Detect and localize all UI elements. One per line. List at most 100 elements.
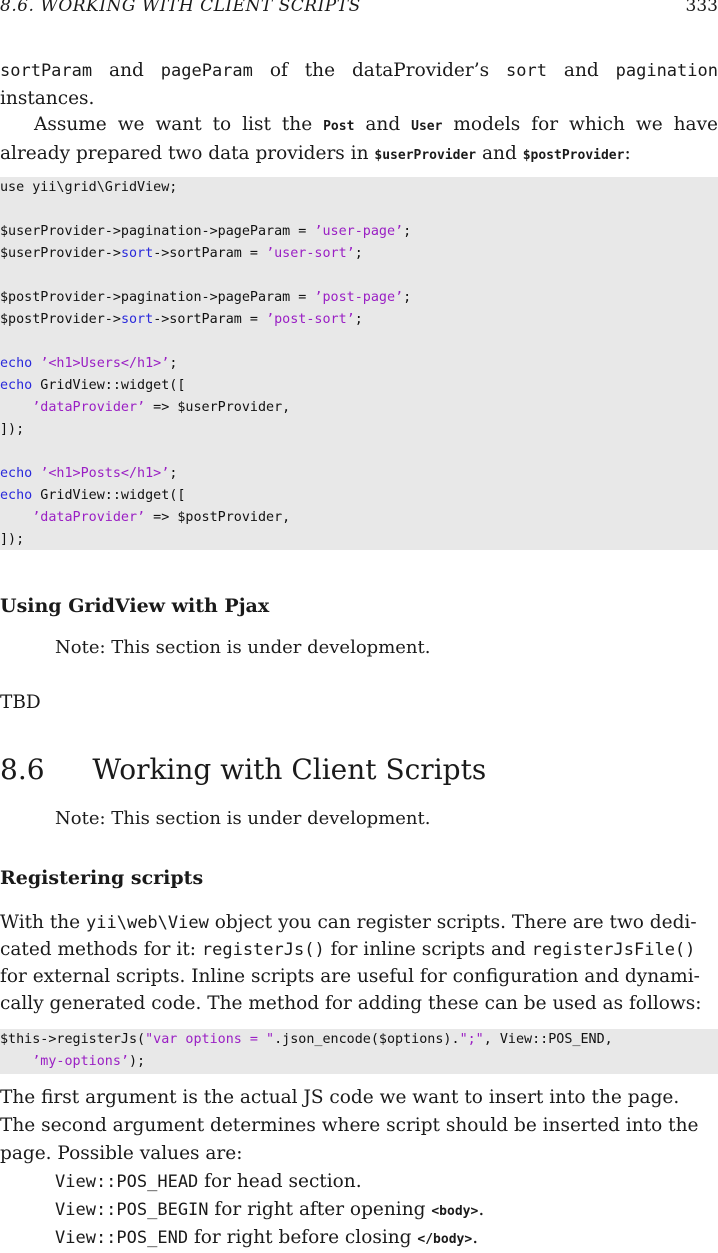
inline-code-small: </body> — [417, 1232, 473, 1247]
code-token: ->sortParam = — [153, 246, 267, 261]
text-run: cated methods for it: — [0, 939, 202, 960]
code-token: GridView::widget([ — [32, 378, 186, 393]
registering-line: cally generated code. The method for add… — [0, 990, 718, 1017]
code-line: $this->registerJs("var options = ".json_… — [0, 1029, 718, 1051]
text-run: of the dataProvider’s — [252, 60, 507, 81]
code-line: ’dataProvider’ => $postProvider, — [0, 507, 718, 529]
text-run: : — [624, 143, 631, 164]
code-string: ’user-page’ — [314, 224, 404, 239]
code-keyword: echo — [0, 356, 33, 371]
inline-code: sortParam — [0, 61, 93, 81]
code-token: $postProvider-> — [0, 312, 121, 327]
text-run: . — [472, 1227, 479, 1248]
running-header-title: 8.6. WORKING WITH CLIENT SCRIPTS — [0, 0, 361, 16]
inline-code: View::POS_END — [55, 1228, 189, 1248]
text-run: for right after opening — [208, 1199, 432, 1220]
code-string: ’dataProvider’ — [32, 400, 146, 415]
code-line: use yii\grid\GridView; — [0, 177, 718, 199]
code-token: .json_encode($options). — [274, 1032, 460, 1047]
text-run: instances. — [0, 88, 95, 109]
code-token: => $postProvider, — [145, 510, 291, 525]
after-line: The second argument determines where scr… — [0, 1112, 718, 1139]
text-run: and — [476, 143, 523, 164]
code-token: ]); — [0, 422, 25, 437]
code-line: echo ’<h1>Posts</h1>’; — [0, 463, 718, 485]
text-run: object you can register scripts. There a… — [208, 912, 697, 933]
inline-code: View::POS_BEGIN — [55, 1200, 209, 1220]
text-run: cally generated code. The method for add… — [0, 993, 702, 1014]
code-string: ’dataProvider’ — [32, 510, 146, 525]
code-keyword: sort — [120, 312, 154, 327]
code-line: $userProvider->pagination->pageParam = ’… — [0, 221, 718, 243]
text-run: The second argument determines where scr… — [0, 1115, 699, 1136]
inline-code: pagination — [615, 61, 718, 81]
code-block-registerjs: $this->registerJs("var options = ".json_… — [0, 1029, 718, 1074]
code-line: ]); — [0, 419, 718, 441]
code-string: ’<h1>Users</h1>’ — [40, 356, 170, 371]
position-item-head: View::POS_HEAD for head section. — [55, 1168, 718, 1196]
inline-code: pageParam — [160, 61, 253, 81]
code-token: , View::POS_END, — [483, 1032, 613, 1047]
text-run: and — [546, 60, 616, 81]
inline-code-small: <body> — [431, 1204, 479, 1219]
code-keyword: echo — [0, 488, 33, 503]
intro-paragraph-1: sortParam and pageParam of the dataProvi… — [0, 57, 718, 112]
code-token: ; — [354, 246, 363, 261]
code-token: => $userProvider, — [145, 400, 291, 415]
text-run: and — [354, 114, 412, 135]
heading-using-gridview-with-pjax: Using GridView with Pjax — [0, 595, 270, 617]
after-line: page. Possible values are: — [0, 1140, 718, 1167]
code-line: $postProvider->sort->sortParam = ’post-s… — [0, 309, 718, 331]
inline-code: registerJsFile() — [531, 940, 696, 960]
code-token: $userProvider->pagination->pageParam = — [0, 224, 315, 239]
section-heading: 8.6 Working with Client Scripts — [0, 753, 718, 786]
code-line: ]); — [0, 529, 718, 551]
text-run: for head section. — [198, 1171, 362, 1192]
code-line: ’dataProvider’ => $userProvider, — [0, 397, 718, 419]
text-run: The first argument is the actual JS code… — [0, 1087, 680, 1108]
code-block-gridview: use yii\grid\GridView; $userProvider->pag… — [0, 177, 718, 550]
code-token: ; — [169, 356, 178, 371]
page-number: 333 — [685, 0, 718, 16]
intro-paragraph-2: Assume we want to list the Post and User… — [0, 111, 718, 169]
inline-code-small: User — [411, 119, 443, 134]
code-string: ’<h1>Posts</h1>’ — [40, 466, 170, 481]
code-keyword: sort — [120, 246, 154, 261]
section-number: 8.6 — [0, 753, 45, 786]
intro-p1-content: sortParam and pageParam of the dataProvi… — [0, 60, 718, 109]
inline-code: View::POS_HEAD — [55, 1172, 199, 1192]
registering-line: cated methods for it: registerJs() for i… — [0, 936, 718, 964]
code-token: ; — [403, 290, 412, 305]
registering-line: With the yii\web\View object you can reg… — [0, 909, 718, 937]
inline-code-small: $userProvider — [374, 148, 477, 163]
code-token: ->sortParam = — [153, 312, 267, 327]
code-string: ’post-page’ — [314, 290, 404, 305]
code-token: $userProvider-> — [0, 246, 121, 261]
code-keyword: echo — [0, 466, 33, 481]
inline-code-small: Post — [323, 119, 355, 134]
code-line: echo ’<h1>Users</h1>’; — [0, 353, 718, 375]
text-run: With the — [0, 912, 87, 933]
code-keyword: echo — [0, 378, 33, 393]
code-token: $postProvider->pagination->pageParam = — [0, 290, 315, 305]
text-run: for inline scripts and — [324, 939, 532, 960]
code-line: ’my-options’); — [0, 1051, 718, 1073]
code-token: ; — [169, 466, 178, 481]
code-token: GridView::widget([ — [32, 488, 186, 503]
code-line: echo GridView::widget([ — [0, 375, 718, 397]
code-line: $postProvider->pagination->pageParam = ’… — [0, 287, 718, 309]
text-run: and — [92, 60, 161, 81]
inline-code: yii\web\View — [86, 913, 209, 933]
code-token: ); — [129, 1054, 146, 1069]
code-block-gridview-lines: use yii\grid\GridView; $userProvider->pag… — [0, 177, 718, 551]
code-token: use yii\grid\GridView; — [0, 180, 178, 195]
code-string: ’post-sort’ — [266, 312, 355, 327]
code-token: ; — [403, 224, 412, 239]
inline-code: registerJs() — [201, 940, 325, 960]
tbd-text: TBD — [0, 692, 41, 713]
